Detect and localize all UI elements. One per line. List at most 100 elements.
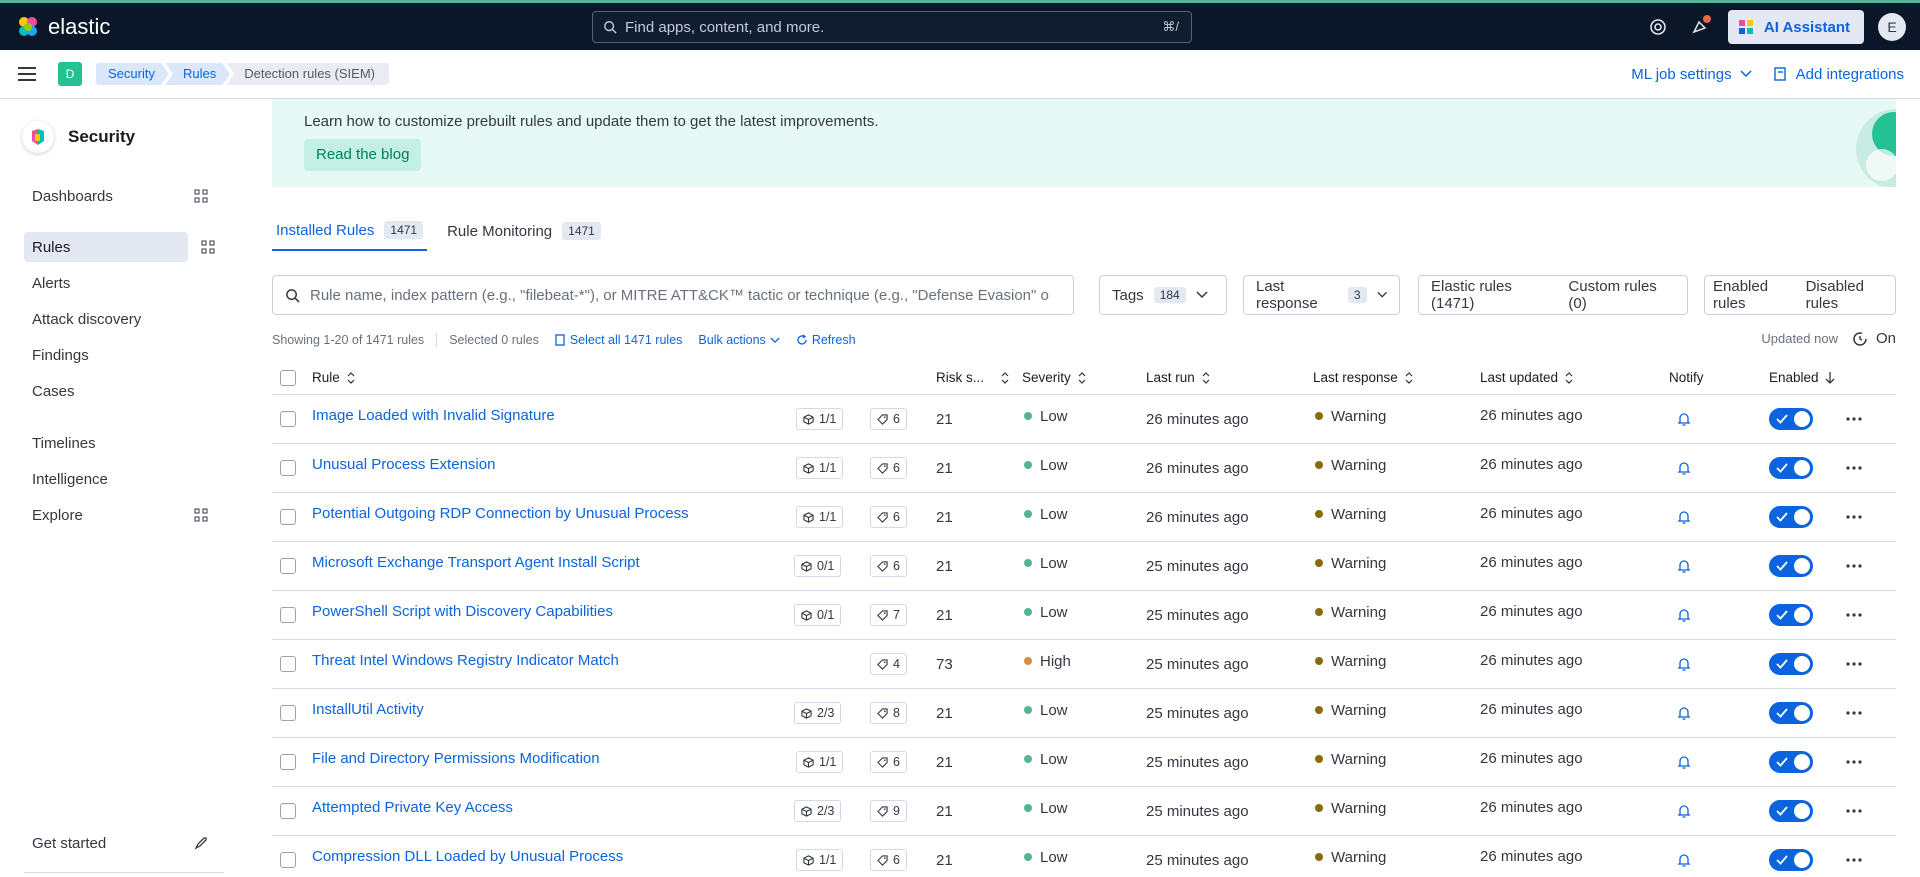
- column-header-last-response[interactable]: Last response: [1313, 361, 1414, 394]
- select-all-checkbox[interactable]: [280, 369, 296, 386]
- tags-badge[interactable]: 6: [870, 751, 907, 773]
- breadcrumb-rules[interactable]: Rules: [165, 63, 230, 85]
- global-search[interactable]: ⌘/: [592, 11, 1192, 43]
- tags-badge[interactable]: 4: [870, 653, 907, 675]
- bell-icon[interactable]: [1676, 705, 1692, 721]
- bulk-actions-button[interactable]: Bulk actions: [698, 333, 780, 347]
- rule-enabled-switch[interactable]: [1769, 751, 1813, 773]
- rule-name-link[interactable]: Image Loaded with Invalid Signature: [312, 395, 555, 443]
- bell-icon[interactable]: [1676, 754, 1692, 770]
- rule-name-link[interactable]: Potential Outgoing RDP Connection by Unu…: [312, 493, 689, 541]
- tags-badge[interactable]: 6: [870, 457, 907, 479]
- column-header-severity[interactable]: Severity: [1022, 361, 1087, 394]
- rule-enabled-switch[interactable]: [1769, 604, 1813, 626]
- sidebar-item-get-started[interactable]: Get started: [24, 828, 207, 858]
- row-actions-button[interactable]: [1846, 542, 1862, 590]
- bell-icon[interactable]: [1676, 460, 1692, 476]
- row-checkbox[interactable]: [280, 509, 296, 525]
- tags-badge[interactable]: 7: [870, 604, 907, 626]
- rule-name-link[interactable]: Unusual Process Extension: [312, 444, 495, 492]
- elastic-rules-filter-button[interactable]: Elastic rules (1471): [1431, 278, 1554, 312]
- auto-refresh-button[interactable]: On: [1852, 330, 1896, 347]
- row-actions-button[interactable]: [1846, 591, 1862, 639]
- rule-enabled-switch[interactable]: [1769, 702, 1813, 724]
- row-actions-button[interactable]: [1846, 493, 1862, 541]
- sidebar-item-dashboards[interactable]: Dashboards: [24, 181, 208, 211]
- ml-job-settings-button[interactable]: ML job settings: [1631, 66, 1752, 83]
- row-checkbox[interactable]: [280, 411, 296, 427]
- rule-name-link[interactable]: Attempted Private Key Access: [312, 787, 513, 835]
- tab-installed-rules[interactable]: Installed Rules 1471: [272, 211, 428, 251]
- tags-badge[interactable]: 6: [870, 849, 907, 871]
- rule-name-link[interactable]: Microsoft Exchange Transport Agent Insta…: [312, 542, 640, 590]
- select-all-button[interactable]: Select all 1471 rules: [555, 333, 682, 347]
- refresh-button[interactable]: Refresh: [796, 333, 856, 347]
- row-checkbox[interactable]: [280, 460, 296, 476]
- menu-icon[interactable]: [18, 66, 38, 82]
- row-checkbox[interactable]: [280, 852, 296, 868]
- sidebar-item-findings[interactable]: Findings: [24, 340, 188, 370]
- row-actions-button[interactable]: [1846, 689, 1862, 737]
- bell-icon[interactable]: [1676, 558, 1692, 574]
- tab-rule-monitoring[interactable]: Rule Monitoring 1471: [443, 211, 605, 251]
- tags-badge[interactable]: 9: [870, 800, 907, 822]
- rule-name-link[interactable]: InstallUtil Activity: [312, 689, 424, 737]
- rule-name-link[interactable]: Threat Intel Windows Registry Indicator …: [312, 640, 619, 688]
- add-integrations-button[interactable]: Add integrations: [1773, 66, 1904, 83]
- column-header-last-run[interactable]: Last run: [1146, 361, 1211, 394]
- rule-name-link[interactable]: Compression DLL Loaded by Unusual Proces…: [312, 836, 623, 877]
- row-actions-button[interactable]: [1846, 640, 1862, 688]
- row-actions-button[interactable]: [1846, 738, 1862, 786]
- sidebar-item-explore[interactable]: Explore: [24, 500, 208, 530]
- row-checkbox[interactable]: [280, 754, 296, 770]
- custom-rules-filter-button[interactable]: Custom rules (0): [1568, 278, 1675, 312]
- row-actions-button[interactable]: [1846, 787, 1862, 835]
- news-button[interactable]: [1686, 13, 1714, 41]
- column-header-enabled[interactable]: Enabled: [1769, 361, 1835, 394]
- row-actions-button[interactable]: [1846, 444, 1862, 492]
- space-avatar[interactable]: D: [58, 62, 82, 86]
- rule-enabled-switch[interactable]: [1769, 849, 1813, 871]
- sidebar-item-cases[interactable]: Cases: [24, 376, 188, 406]
- column-header-rule[interactable]: Rule: [312, 361, 356, 394]
- last-response-filter-button[interactable]: Last response 3: [1243, 275, 1400, 315]
- integrations-badge[interactable]: 1/1: [796, 849, 844, 871]
- integrations-badge[interactable]: 1/1: [796, 408, 844, 430]
- sidebar-item-rules[interactable]: Rules: [24, 232, 188, 262]
- tags-badge[interactable]: 6: [870, 506, 907, 528]
- rule-enabled-switch[interactable]: [1769, 555, 1813, 577]
- row-checkbox[interactable]: [280, 558, 296, 574]
- rule-name-link[interactable]: File and Directory Permissions Modificat…: [312, 738, 600, 786]
- sidebar-item-intelligence[interactable]: Intelligence: [24, 464, 188, 494]
- integrations-badge[interactable]: 0/1: [794, 604, 842, 626]
- rule-name-link[interactable]: PowerShell Script with Discovery Capabil…: [312, 591, 613, 639]
- bell-icon[interactable]: [1676, 656, 1692, 672]
- nav-header[interactable]: Security: [22, 121, 248, 153]
- integrations-badge[interactable]: 1/1: [796, 457, 844, 479]
- rules-search-field[interactable]: [272, 275, 1074, 315]
- tags-badge[interactable]: 6: [870, 408, 907, 430]
- app-grid-icon[interactable]: [201, 240, 215, 254]
- integrations-badge[interactable]: 2/3: [794, 800, 842, 822]
- row-checkbox[interactable]: [280, 656, 296, 672]
- bell-icon[interactable]: [1676, 411, 1692, 427]
- sidebar-item-alerts[interactable]: Alerts: [24, 268, 188, 298]
- rule-enabled-switch[interactable]: [1769, 653, 1813, 675]
- integrations-badge[interactable]: 1/1: [796, 506, 844, 528]
- elastic-logo[interactable]: elastic: [16, 14, 110, 40]
- app-grid-icon[interactable]: [194, 508, 208, 522]
- tags-badge[interactable]: 6: [870, 555, 907, 577]
- read-the-blog-button[interactable]: Read the blog: [304, 139, 422, 171]
- rule-enabled-switch[interactable]: [1769, 506, 1813, 528]
- row-actions-button[interactable]: [1846, 395, 1862, 443]
- sidebar-item-attack-discovery[interactable]: Attack discovery: [24, 304, 188, 334]
- enabled-rules-filter-button[interactable]: Enabled rules: [1713, 278, 1792, 312]
- bell-icon[interactable]: [1676, 803, 1692, 819]
- breadcrumb-security[interactable]: Security: [96, 63, 169, 85]
- integrations-badge[interactable]: 2/3: [794, 702, 842, 724]
- ai-assistant-button[interactable]: AI Assistant: [1727, 10, 1864, 44]
- integrations-badge[interactable]: 0/1: [794, 555, 842, 577]
- rule-enabled-switch[interactable]: [1769, 457, 1813, 479]
- column-header-risk-score[interactable]: Risk s...: [936, 361, 1010, 394]
- rule-enabled-switch[interactable]: [1769, 800, 1813, 822]
